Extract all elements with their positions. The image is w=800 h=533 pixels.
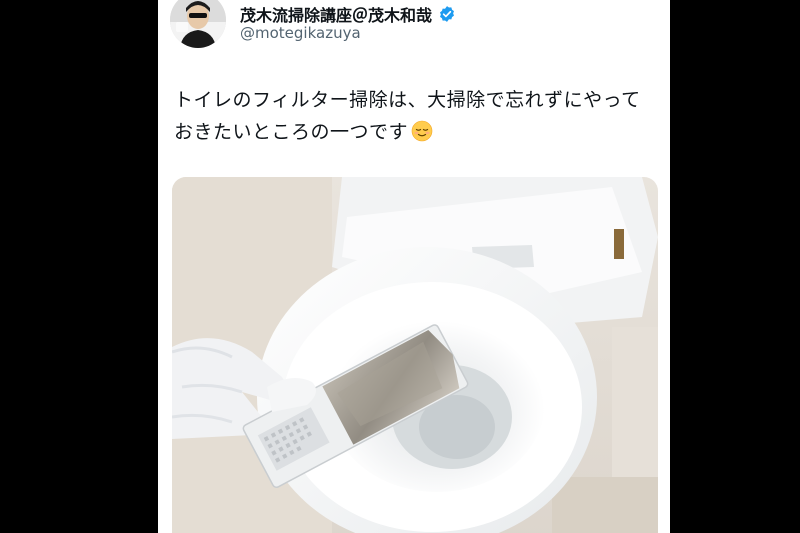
- avatar-photo: [170, 0, 226, 48]
- tweet-text: トイレのフィルター掃除は、大掃除で忘れずにやっておきたいところの一つです: [174, 84, 654, 148]
- handle[interactable]: @motegikazuya: [240, 24, 361, 42]
- relieved-face-emoji: [411, 120, 433, 142]
- verified-badge-icon: [438, 5, 456, 23]
- toilet-filter-photo: [172, 177, 658, 533]
- avatar[interactable]: [170, 0, 226, 48]
- author-row: 茂木流掃除講座＠茂木和哉: [240, 2, 456, 26]
- screen: 茂木流掃除講座＠茂木和哉 @motegikazuya トイレのフィルター掃除は、…: [0, 0, 800, 533]
- tweet-body: トイレのフィルター掃除は、大掃除で忘れずにやっておきたいところの一つです: [174, 89, 641, 143]
- tweet-media-image[interactable]: [172, 177, 658, 533]
- tweet-card[interactable]: 茂木流掃除講座＠茂木和哉 @motegikazuya トイレのフィルター掃除は、…: [158, 0, 670, 533]
- display-name[interactable]: 茂木流掃除講座＠茂木和哉: [240, 2, 432, 26]
